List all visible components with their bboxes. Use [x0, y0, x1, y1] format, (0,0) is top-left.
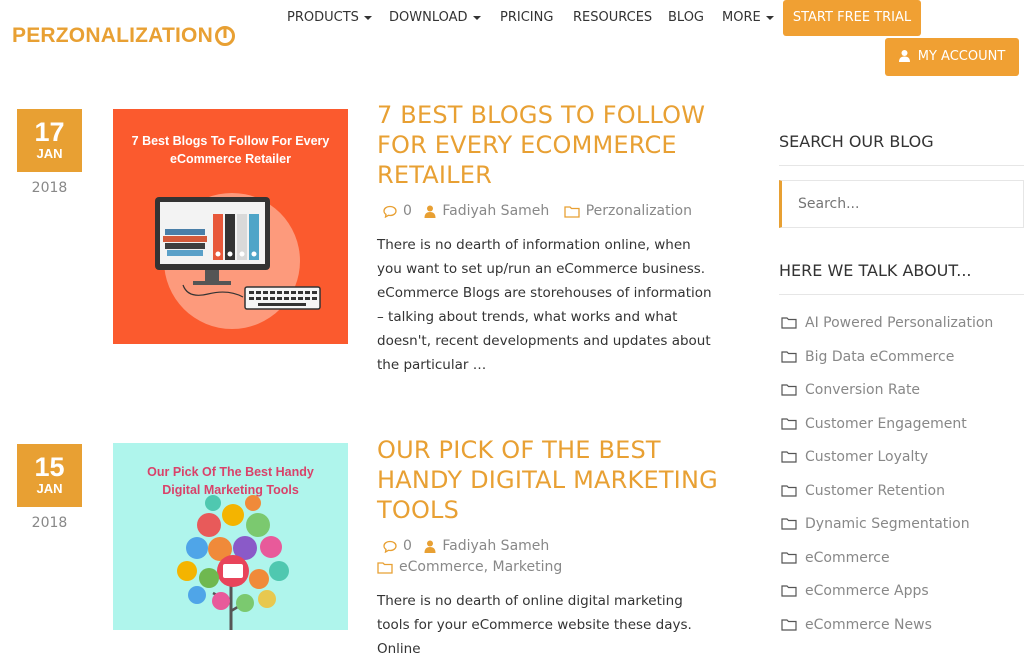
category-link[interactable]: eCommerce	[781, 550, 890, 566]
post-author[interactable]: Fadiyah Sameh	[442, 538, 549, 554]
nav-blog[interactable]: BLOG	[668, 10, 704, 25]
nav-resources[interactable]: RESOURCES	[573, 10, 652, 25]
folder-icon	[781, 451, 797, 463]
blog-search-box[interactable]	[779, 180, 1024, 228]
nav-products[interactable]: PRODUCTS	[287, 10, 372, 25]
category-link[interactable]: Conversion Rate	[781, 382, 920, 398]
folder-icon	[781, 518, 797, 530]
category-label: eCommerce News	[805, 616, 932, 633]
folder-icon	[781, 417, 797, 430]
category-link[interactable]: Customer Retention	[781, 483, 945, 499]
post-meta-categories: eCommerce, Marketing	[377, 559, 562, 575]
nav-label: PRICING	[500, 10, 554, 25]
post-thumbnail[interactable]: Our Pick Of The Best Handy Digital Marke…	[113, 443, 348, 630]
comment-icon	[383, 540, 397, 553]
date-day: 17	[34, 117, 65, 147]
post-thumbnail[interactable]: 7 Best Blogs To Follow For Every eCommer…	[113, 109, 348, 344]
date-month: JAN	[36, 481, 63, 496]
category-label: Customer Engagement	[805, 415, 967, 432]
category-label: Customer Retention	[805, 482, 945, 499]
category-link[interactable]: AI Powered Personalization	[781, 315, 993, 331]
nav-label: RESOURCES	[573, 10, 653, 25]
folder-icon	[564, 205, 580, 218]
nav-label: DOWNLOAD	[389, 10, 468, 25]
author-icon	[424, 540, 436, 553]
divider	[779, 294, 1024, 295]
caret-down-icon	[363, 15, 372, 20]
post-excerpt: There is no dearth of information online…	[377, 237, 712, 373]
nav-download[interactable]: DOWNLOAD	[389, 10, 481, 25]
post-title[interactable]: 7 BEST BLOGS TO FOLLOW FOR EVERY ECOMMER…	[377, 100, 727, 190]
marketing-tools-illustration	[177, 495, 289, 630]
post-date-badge: 17 JAN	[17, 109, 82, 172]
folder-icon	[781, 618, 797, 631]
date-year: 2018	[31, 180, 68, 196]
power-icon	[214, 26, 235, 46]
computer-illustration	[155, 193, 321, 329]
search-heading: SEARCH OUR BLOG	[779, 132, 934, 151]
post-date-badge: 15 JAN	[17, 444, 82, 507]
category-label: AI Powered Personalization	[805, 315, 994, 331]
category-link[interactable]: Big Data eCommerce	[781, 349, 954, 365]
folder-icon	[781, 551, 797, 564]
nav-more[interactable]: MORE	[722, 10, 774, 25]
caret-down-icon	[472, 15, 481, 20]
divider	[779, 165, 1024, 166]
category-link[interactable]: Customer Engagement	[781, 416, 967, 432]
category-label: eCommerce	[805, 549, 890, 566]
nav-pricing[interactable]: PRICING	[500, 10, 553, 25]
post-categories[interactable]: Perzonalization	[586, 203, 692, 219]
nav-label: MORE	[722, 10, 761, 25]
topics-heading: HERE WE TALK ABOUT...	[779, 261, 972, 280]
comment-icon	[383, 205, 397, 218]
post-meta: 0 Fadiyah Sameh Perzonalization	[383, 203, 692, 219]
site-logo[interactable]: PERZONALIZATION	[12, 24, 236, 48]
post-meta: 0 Fadiyah Sameh	[383, 538, 549, 554]
category-label: Dynamic Segmentation	[805, 516, 970, 532]
comment-count[interactable]: 0	[403, 538, 412, 554]
post-excerpt: There is no dearth of online digital mar…	[377, 593, 692, 657]
logo-text: PERZONALIZATION	[12, 24, 213, 47]
nav-label: PRODUCTS	[287, 10, 359, 25]
start-free-trial-button[interactable]: START FREE TRIAL	[783, 0, 921, 36]
my-account-label: MY ACCOUNT	[917, 49, 1006, 64]
folder-icon	[781, 384, 797, 396]
my-account-button[interactable]: MY ACCOUNT	[885, 38, 1019, 76]
date-year: 2018	[31, 515, 68, 531]
folder-icon	[781, 484, 797, 497]
date-day: 15	[34, 452, 65, 482]
folder-icon	[781, 585, 797, 597]
category-label: Customer Loyalty	[805, 449, 929, 465]
folder-icon	[781, 350, 797, 363]
caret-down-icon	[765, 15, 774, 20]
post-categories[interactable]: eCommerce, Marketing	[399, 559, 562, 575]
post-title[interactable]: OUR PICK OF THE BEST HANDY DIGITAL MARKE…	[377, 435, 727, 525]
category-label: Big Data eCommerce	[805, 348, 955, 365]
user-icon	[898, 50, 910, 62]
category-label: Conversion Rate	[805, 382, 921, 398]
nav-label: BLOG	[668, 10, 705, 25]
folder-icon	[377, 561, 393, 574]
category-link[interactable]: Dynamic Segmentation	[781, 516, 970, 532]
author-icon	[424, 205, 436, 218]
category-label: eCommerce Apps	[805, 583, 929, 599]
folder-icon	[781, 317, 797, 329]
category-link[interactable]: eCommerce News	[781, 617, 932, 633]
comment-count[interactable]: 0	[403, 203, 412, 219]
date-month: JAN	[36, 146, 63, 161]
category-link[interactable]: Customer Loyalty	[781, 449, 928, 465]
post-author[interactable]: Fadiyah Sameh	[442, 203, 549, 219]
category-link[interactable]: eCommerce Apps	[781, 583, 929, 599]
search-input[interactable]	[796, 195, 1000, 213]
